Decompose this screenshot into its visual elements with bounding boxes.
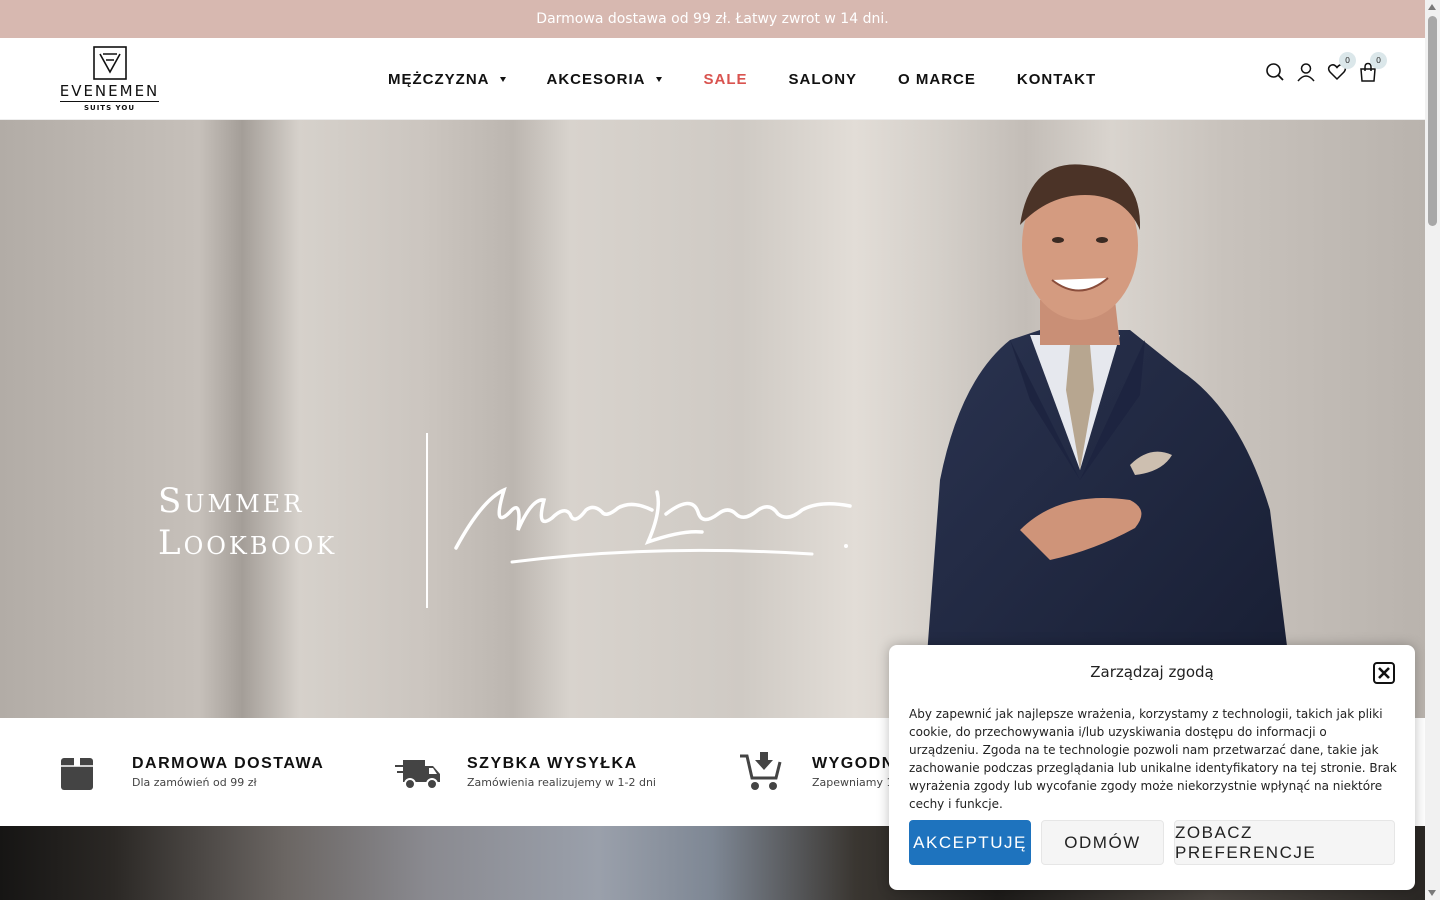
close-button[interactable] — [1373, 662, 1395, 684]
header-icons: 0 0 — [1265, 52, 1389, 82]
nav-item-kontakt[interactable]: KONTAKT — [1017, 71, 1096, 88]
nav-item-salony[interactable]: SALONY — [789, 71, 858, 88]
logo-tagline: SUITS YOU — [83, 104, 136, 112]
nav-item-o-marce[interactable]: O MARCE — [898, 71, 976, 88]
feature-title: WYGODN — [812, 755, 895, 772]
cart-download-icon — [740, 752, 782, 790]
feature-text: SZYBKA WYSYŁKA Zamówienia realizujemy w … — [467, 755, 656, 789]
site-header: EVENEMEN SUITS YOU MĘŻCZYZNA AKCESORIA S… — [0, 38, 1425, 120]
nav-label: KONTAKT — [1016, 70, 1097, 88]
feature-subtitle: Zapewniamy 1 — [812, 776, 894, 789]
feature-free-delivery: DARMOWA DOSTAWA Dla zamówień od 99 zł — [60, 718, 324, 826]
search-icon[interactable] — [1265, 62, 1285, 82]
truck-icon — [395, 760, 440, 790]
model-photo — [922, 164, 1296, 718]
signature-image — [454, 486, 852, 564]
cookie-title: Zarządzaj zgodą — [1090, 663, 1214, 681]
preferences-button[interactable]: ZOBACZ PREFERENCJE — [1174, 820, 1395, 865]
nav-item-sale[interactable]: SALE — [704, 71, 748, 88]
close-icon — [1378, 667, 1390, 679]
scroll-down-arrow-icon[interactable] — [1428, 890, 1436, 896]
promo-text: Darmowa dostawa od 99 zł. Łatwy zwrot w … — [536, 11, 889, 27]
feature-fast-shipping: SZYBKA WYSYŁKA Zamówienia realizujemy w … — [395, 718, 656, 826]
nav-item-mezczyzna[interactable]: MĘŻCZYZNA — [388, 71, 506, 88]
nav-label: O MARCE — [898, 70, 976, 88]
nav-label: MĘŻCZYZNA — [388, 70, 490, 88]
box-icon — [61, 758, 93, 790]
wishlist-count-badge: 0 — [1339, 52, 1356, 69]
cart-count-badge: 0 — [1370, 52, 1387, 69]
logo-mark-icon — [92, 46, 127, 80]
nav-label: SALONY — [788, 70, 858, 88]
logo-wordmark: EVENEMEN — [59, 82, 160, 102]
feature-text: DARMOWA DOSTAWA Dla zamówień od 99 zł — [132, 755, 324, 789]
hero-divider — [426, 433, 428, 608]
cookie-description: Aby zapewnić jak najlepsze wrażenia, kor… — [909, 707, 1397, 811]
logo[interactable]: EVENEMEN SUITS YOU — [52, 46, 167, 112]
accept-button[interactable]: AKCEPTUJĘ — [909, 820, 1031, 865]
feature-title: SZYBKA WYSYŁKA — [467, 755, 638, 772]
caret-down-icon — [499, 76, 506, 82]
feature-subtitle: Dla zamówień od 99 zł — [132, 776, 257, 789]
deny-button[interactable]: ODMÓW — [1041, 820, 1164, 865]
nav-item-akcesoria[interactable]: AKCESORIA — [547, 71, 662, 88]
hero-title-line2: Lookbook — [158, 523, 338, 563]
feature-title: DARMOWA DOSTAWA — [132, 755, 325, 772]
wishlist-button[interactable]: 0 — [1327, 52, 1356, 82]
hero-banner[interactable]: Summer Lookbook — [0, 120, 1425, 718]
scroll-up-arrow-icon[interactable] — [1428, 4, 1436, 10]
hero-title: Summer Lookbook — [158, 480, 337, 564]
feature-convenient: WYGODN Zapewniamy 1 — [740, 718, 895, 826]
caret-down-icon — [655, 76, 662, 82]
scrollbar-thumb[interactable] — [1428, 16, 1437, 226]
main-nav: MĘŻCZYZNA AKCESORIA SALE SALONY O MARCE … — [388, 38, 1096, 120]
nav-label: AKCESORIA — [546, 70, 646, 88]
cookie-consent-dialog: Zarządzaj zgodą Aby zapewnić jak najleps… — [889, 645, 1415, 890]
page-scrollbar[interactable] — [1425, 0, 1440, 900]
promo-bar: Darmowa dostawa od 99 zł. Łatwy zwrot w … — [0, 0, 1425, 38]
hero-title-line1: Summer — [158, 481, 305, 521]
feature-text: WYGODN Zapewniamy 1 — [812, 755, 895, 789]
cart-button[interactable]: 0 — [1358, 52, 1387, 82]
user-icon[interactable] — [1296, 62, 1316, 82]
feature-subtitle: Zamówienia realizujemy w 1-2 dni — [467, 776, 656, 789]
nav-label: SALE — [703, 70, 748, 88]
